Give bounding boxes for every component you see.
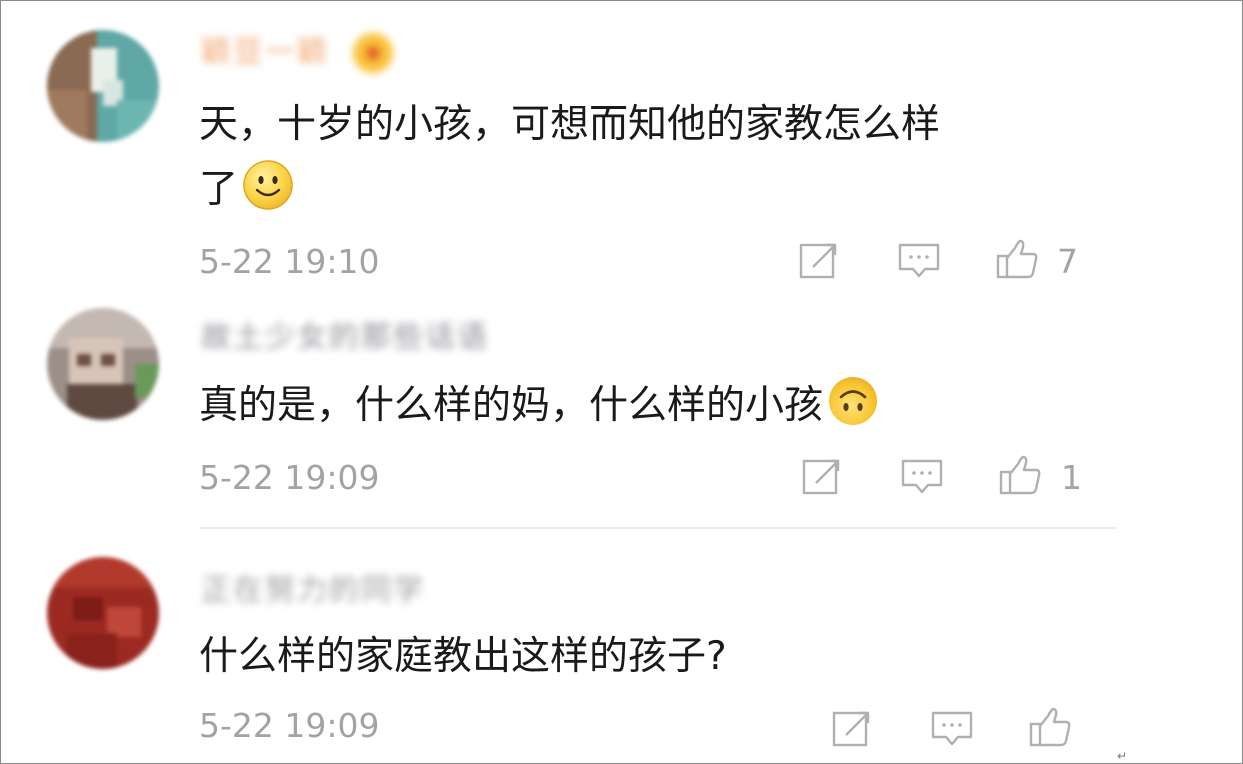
divider bbox=[199, 527, 1117, 529]
comment-screenshot: 颖豆一颖 天，十岁的小孩，可想而知他的家教怎么样 了 5-22 19:10 7 … bbox=[0, 0, 1243, 764]
comment-time: 5-22 19:10 bbox=[199, 242, 380, 281]
like-count: 1 bbox=[1061, 458, 1082, 497]
username[interactable]: 正在努力的同学 bbox=[201, 571, 425, 611]
comment-item: 正在努力的同学 什么样的家庭教出这样的孩子? 5-22 19:09 bbox=[1, 531, 1242, 763]
thumbs-up-icon[interactable] bbox=[995, 237, 1039, 281]
comment-text: 真的是，什么样的妈，什么样的小孩 bbox=[199, 375, 879, 436]
like-count: 7 bbox=[1057, 242, 1078, 281]
reply-icon[interactable] bbox=[930, 707, 974, 751]
smile-emoji-icon bbox=[242, 159, 294, 211]
share-icon[interactable] bbox=[797, 239, 841, 283]
share-icon[interactable] bbox=[830, 707, 874, 751]
comment-item: 故土少女的那些话语 真的是，什么样的妈，什么样的小孩 5-22 19:09 1 bbox=[1, 301, 1242, 531]
comment-text: 天，十岁的小孩，可想而知他的家教怎么样 bbox=[199, 102, 941, 147]
upside-down-face-emoji-icon bbox=[827, 375, 879, 427]
avatar[interactable] bbox=[47, 30, 159, 142]
avatar[interactable] bbox=[47, 557, 159, 669]
reply-icon[interactable] bbox=[897, 239, 941, 283]
comment-item: 颖豆一颖 天，十岁的小孩，可想而知他的家教怎么样 了 5-22 19:10 7 bbox=[1, 1, 1242, 301]
share-icon[interactable] bbox=[800, 455, 844, 499]
thumbs-up-icon[interactable] bbox=[998, 453, 1042, 497]
reply-icon[interactable] bbox=[900, 455, 944, 499]
username[interactable]: 故土少女的那些话语 bbox=[201, 318, 489, 358]
username[interactable]: 颖豆一颖 bbox=[201, 33, 329, 73]
comment-time: 5-22 19:09 bbox=[199, 706, 380, 745]
comment-text: 什么样的家庭教出这样的孩子? bbox=[199, 634, 727, 679]
thumbs-up-icon[interactable] bbox=[1028, 705, 1072, 749]
avatar[interactable] bbox=[47, 308, 159, 420]
comment-time: 5-22 19:09 bbox=[199, 458, 380, 497]
return-mark: ↵ bbox=[1117, 749, 1128, 763]
badge-icon bbox=[353, 33, 393, 73]
comment-text-continued: 了 bbox=[199, 159, 294, 220]
